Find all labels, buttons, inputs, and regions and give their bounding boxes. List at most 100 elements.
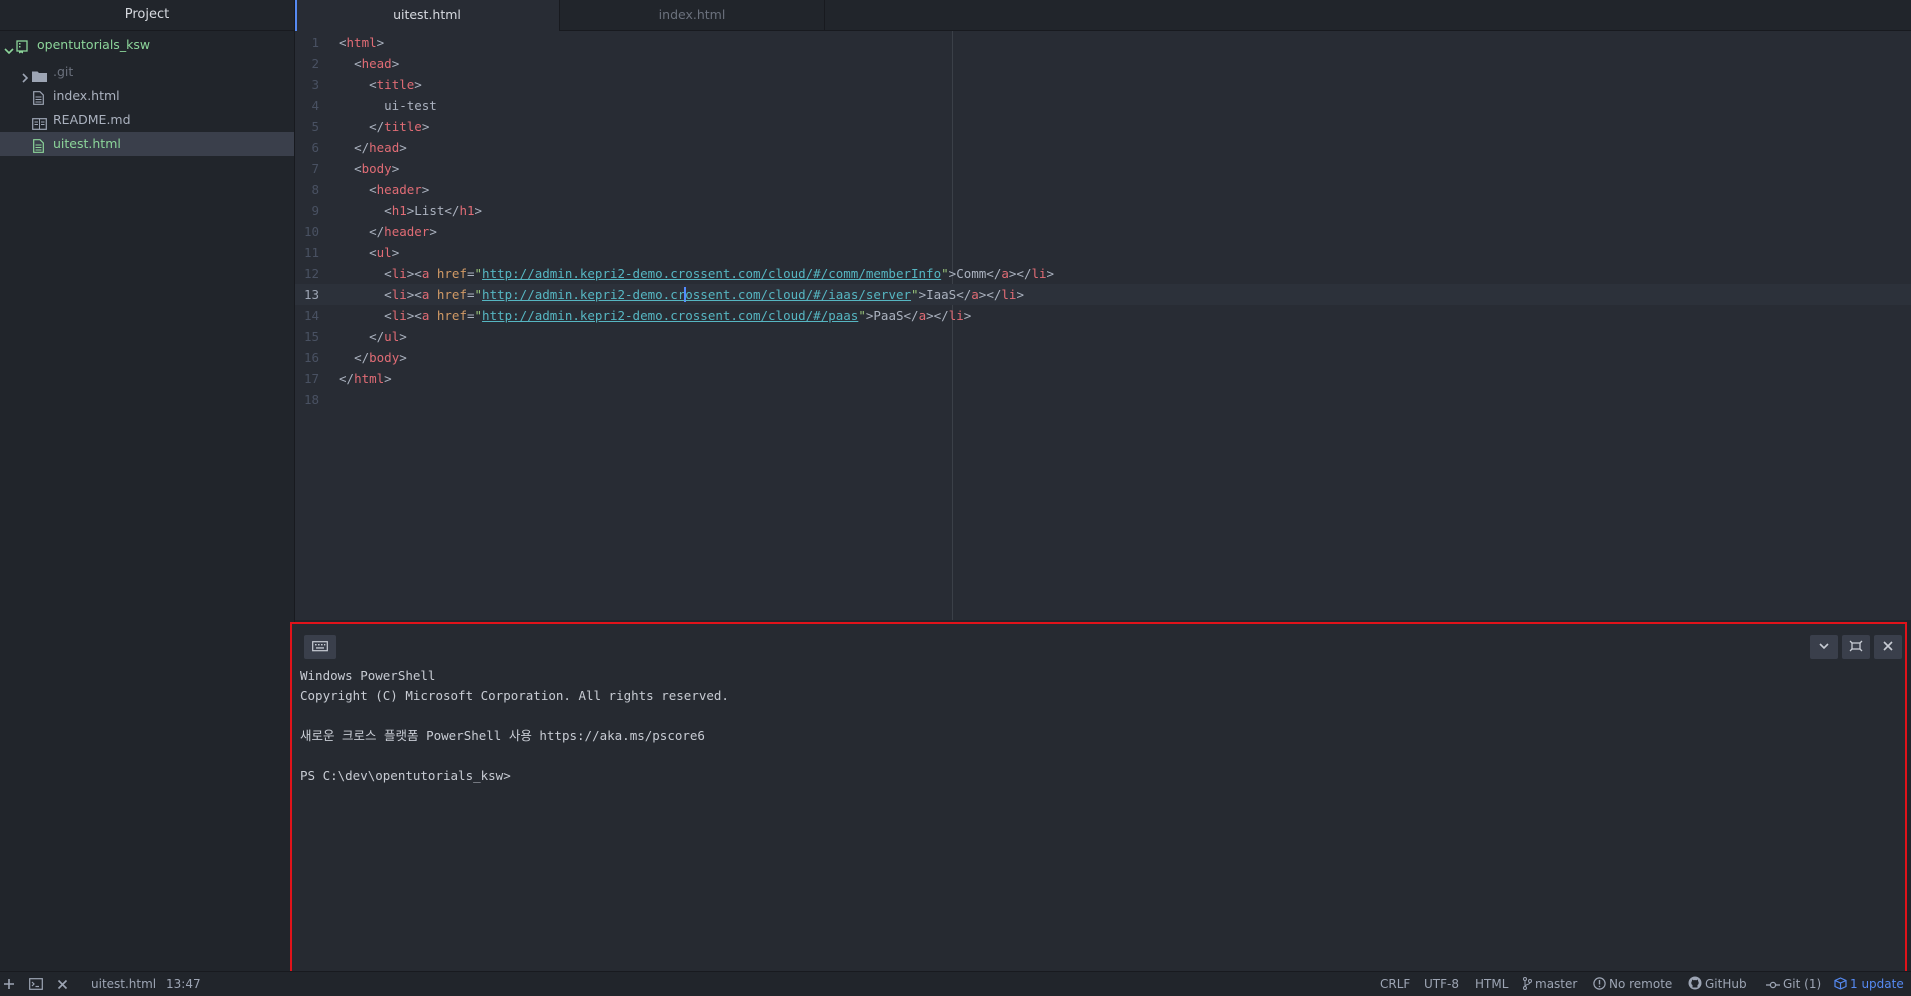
tree-item-label: README.md — [53, 112, 131, 127]
git-branch-icon — [1523, 977, 1532, 990]
terminal-output[interactable]: Windows PowerShell Copyright (C) Microso… — [300, 666, 729, 786]
line-number: 2 — [311, 56, 319, 71]
title-text: ui-test — [384, 98, 437, 113]
code-line: 12 <li><a href="http://admin.kepri2-demo… — [295, 263, 1911, 284]
line-number: 11 — [303, 245, 319, 260]
line-number: 8 — [311, 182, 319, 197]
new-terminal-button[interactable] — [3, 972, 18, 996]
close-terminal-button[interactable] — [1874, 635, 1902, 659]
tree-item-git[interactable]: .git — [0, 60, 294, 84]
code-line: 18 — [295, 389, 1911, 410]
project-root[interactable]: opentutorials_ksw — [0, 33, 294, 57]
line-number: 7 — [311, 161, 319, 176]
status-bar: uitest.html 13:47 CRLF UTF-8 HTML master… — [0, 971, 1911, 996]
tree-item-readme-md[interactable]: README.md — [0, 108, 294, 132]
close-icon — [57, 979, 68, 990]
status-update[interactable]: 1 update — [1834, 972, 1904, 996]
terminal-toggle-button[interactable] — [29, 972, 46, 996]
code-line: 3 <title> — [295, 74, 1911, 95]
terminal-prompt: PS C:\dev\opentutorials_ksw> — [300, 768, 511, 783]
close-all-terminals-button[interactable] — [57, 972, 71, 996]
status-git[interactable]: Git (1) — [1766, 972, 1821, 996]
github-label: GitHub — [1705, 977, 1747, 991]
line-number: 9 — [311, 203, 319, 218]
status-encoding[interactable]: UTF-8 — [1424, 972, 1459, 996]
code-line: 14 <li><a href="http://admin.kepri2-demo… — [295, 305, 1911, 326]
code-line: 6 </head> — [295, 137, 1911, 158]
code-line: 15 </ul> — [295, 326, 1911, 347]
code-url[interactable]: http://admin.kepri2-demo.cr — [482, 287, 685, 302]
line-number: 1 — [311, 35, 319, 50]
plus-icon — [4, 979, 14, 989]
line-number: 5 — [311, 119, 319, 134]
status-file-path[interactable]: uitest.html — [91, 972, 156, 996]
maximize-icon — [1849, 640, 1863, 652]
code-line: 4 ui-test — [295, 95, 1911, 116]
line-number: 6 — [311, 140, 319, 155]
code-line: 9 <h1>List</h1> — [295, 200, 1911, 221]
code-line: 11 <ul> — [295, 242, 1911, 263]
h1-text: List — [414, 203, 445, 218]
code-url[interactable]: http://admin.kepri2-demo.crossent.com/cl… — [482, 266, 941, 281]
maximize-terminal-button[interactable] — [1842, 635, 1870, 659]
github-icon — [1688, 976, 1702, 990]
code-line: 1 <html> — [295, 32, 1911, 53]
project-root-label: opentutorials_ksw — [37, 37, 151, 52]
git-commit-icon — [1766, 981, 1780, 989]
tree-item-label: .git — [53, 64, 74, 79]
line-number: 3 — [311, 77, 319, 92]
code-line: 2 <head> — [295, 53, 1911, 74]
line-number: 4 — [311, 98, 319, 113]
tab-uitest-html[interactable]: uitest.html — [295, 0, 560, 31]
tree-item-label: index.html — [53, 88, 120, 103]
line-number: 16 — [303, 350, 319, 365]
package-icon — [1834, 977, 1847, 990]
terminal-icon — [29, 978, 43, 990]
update-label: 1 update — [1850, 977, 1904, 991]
tab-bar: uitest.html index.html — [295, 0, 1911, 31]
tab-index-html[interactable]: index.html — [560, 0, 825, 30]
code-url[interactable]: ossent.com/cloud/#/iaas/server — [685, 287, 911, 302]
git-label: Git (1) — [1783, 977, 1822, 991]
status-grammar[interactable]: HTML — [1475, 972, 1508, 996]
chevron-down-icon — [1819, 643, 1829, 650]
status-remote[interactable]: No remote — [1593, 972, 1672, 996]
repo-icon — [16, 38, 28, 62]
line-number: 18 — [303, 392, 319, 407]
tree-view-title: Project — [0, 0, 294, 31]
status-branch[interactable]: master — [1523, 972, 1577, 996]
line-number: 13 — [303, 287, 319, 302]
info-icon — [1593, 977, 1606, 990]
keyboard-button[interactable] — [304, 635, 336, 659]
code-editor[interactable]: 1 <html> 2 <head> 3 <title> 4 ui-test 5 <… — [295, 31, 1911, 620]
link-text: IaaS — [926, 287, 957, 302]
terminal-line: 새로운 크로스 플랫폼 PowerShell 사용 https://aka.ms… — [300, 728, 705, 743]
branch-label: master — [1535, 977, 1578, 991]
status-cursor-position[interactable]: 13:47 — [166, 972, 201, 996]
terminal-panel[interactable]: Windows PowerShell Copyright (C) Microso… — [290, 622, 1907, 973]
remote-label: No remote — [1609, 977, 1673, 991]
status-github[interactable]: GitHub — [1688, 972, 1747, 996]
code-line: 7 <body> — [295, 158, 1911, 179]
tree-view: Project opentutorials_ksw .git index.htm… — [0, 0, 295, 964]
keyboard-icon — [312, 641, 328, 652]
status-line-ending[interactable]: CRLF — [1380, 972, 1410, 996]
file-icon — [33, 137, 44, 161]
code-line: 5 </title> — [295, 116, 1911, 137]
tree-item-uitest-html[interactable]: uitest.html — [0, 132, 294, 156]
code-line-cursor: 13 <li><a href="http://admin.kepri2-demo… — [295, 284, 1911, 305]
code-line: 8 <header> — [295, 179, 1911, 200]
line-number: 12 — [303, 266, 319, 281]
code-url[interactable]: http://admin.kepri2-demo.crossent.com/cl… — [482, 308, 858, 323]
link-text: Comm — [956, 266, 987, 281]
link-text: PaaS — [873, 308, 904, 323]
terminal-line: Windows PowerShell — [300, 668, 436, 683]
close-icon — [1883, 641, 1893, 651]
line-number: 15 — [303, 329, 319, 344]
tree-item-index-html[interactable]: index.html — [0, 84, 294, 108]
line-number: 14 — [303, 308, 319, 323]
minimize-terminal-button[interactable] — [1810, 635, 1838, 659]
tree-item-label: uitest.html — [53, 136, 121, 151]
